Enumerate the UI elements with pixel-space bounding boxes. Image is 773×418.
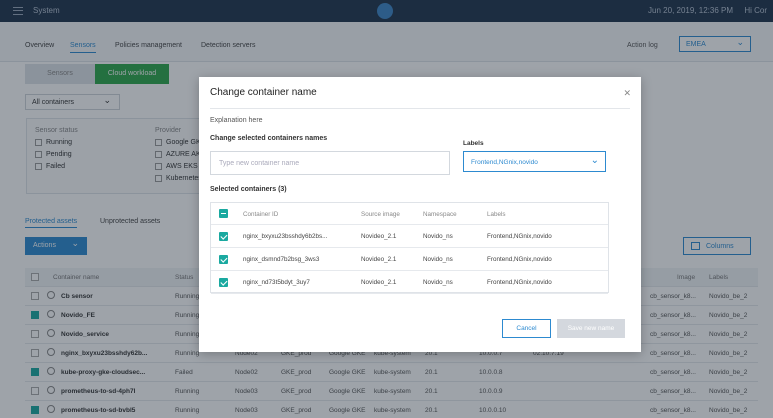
row-checkbox[interactable]	[219, 232, 228, 241]
cancel-button[interactable]: Cancel	[502, 319, 551, 338]
labels: Frontend,NGnix,novido	[487, 256, 552, 263]
divider	[210, 108, 630, 109]
namespace: Novido_ns	[423, 233, 453, 240]
row-checkbox[interactable]	[219, 278, 228, 287]
table-header: Container ID Source image Namespace Labe…	[211, 203, 608, 225]
col-header-labels: Labels	[487, 211, 506, 218]
select-all-checkbox[interactable]	[219, 209, 228, 218]
container-id: nginx_dsmnd7b2bsg_3ws3	[243, 256, 320, 263]
selected-containers-table: Container ID Source image Namespace Labe…	[210, 202, 609, 294]
source-image: Novideo_2.1	[361, 233, 397, 240]
labels: Frontend,NGnix,novido	[487, 279, 552, 286]
source-image: Novideo_2.1	[361, 279, 397, 286]
selected-container-row[interactable]: nginx_bxyxu23bsshdy6b2bs... Novideo_2.1 No…	[211, 225, 608, 248]
chevron-down-icon: ⌄	[590, 155, 599, 166]
source-image: Novideo_2.1	[361, 256, 397, 263]
dialog-explanation: Explanation here	[210, 117, 263, 124]
row-checkbox[interactable]	[219, 255, 228, 264]
labels-field-label: Labels	[463, 140, 484, 147]
labels-select-value: Frontend,NGnix,novido	[471, 159, 538, 166]
container-id: nginx_nd73t5bdyt_3uy7	[243, 279, 310, 286]
labels: Frontend,NGnix,novido	[487, 233, 552, 240]
selected-containers-label: Selected containers (3)	[210, 186, 287, 193]
dialog-title: Change container name	[210, 87, 317, 98]
namespace: Novido_ns	[423, 256, 453, 263]
close-icon[interactable]: ✕	[623, 88, 631, 99]
names-field-label: Change selected containers names	[210, 135, 328, 142]
container-name-input[interactable]	[210, 151, 450, 175]
selected-container-row[interactable]: nginx_dsmnd7b2bsg_3ws3 Novideo_2.1 Novido_…	[211, 248, 608, 271]
container-id: nginx_bxyxu23bsshdy6b2bs...	[243, 233, 328, 240]
selected-container-row[interactable]: nginx_nd73t5bdyt_3uy7 Novideo_2.1 Novido_n…	[211, 271, 608, 294]
col-header-namespace: Namespace	[423, 211, 457, 218]
col-header-source-image: Source image	[361, 211, 400, 218]
col-header-container-id: Container ID	[243, 211, 279, 218]
save-new-name-button[interactable]: Save new name	[557, 319, 625, 338]
namespace: Novido_ns	[423, 279, 453, 286]
change-container-name-dialog: Change container name ✕ Explanation here…	[199, 77, 641, 352]
labels-select[interactable]: Frontend,NGnix,novido ⌄	[463, 151, 606, 172]
